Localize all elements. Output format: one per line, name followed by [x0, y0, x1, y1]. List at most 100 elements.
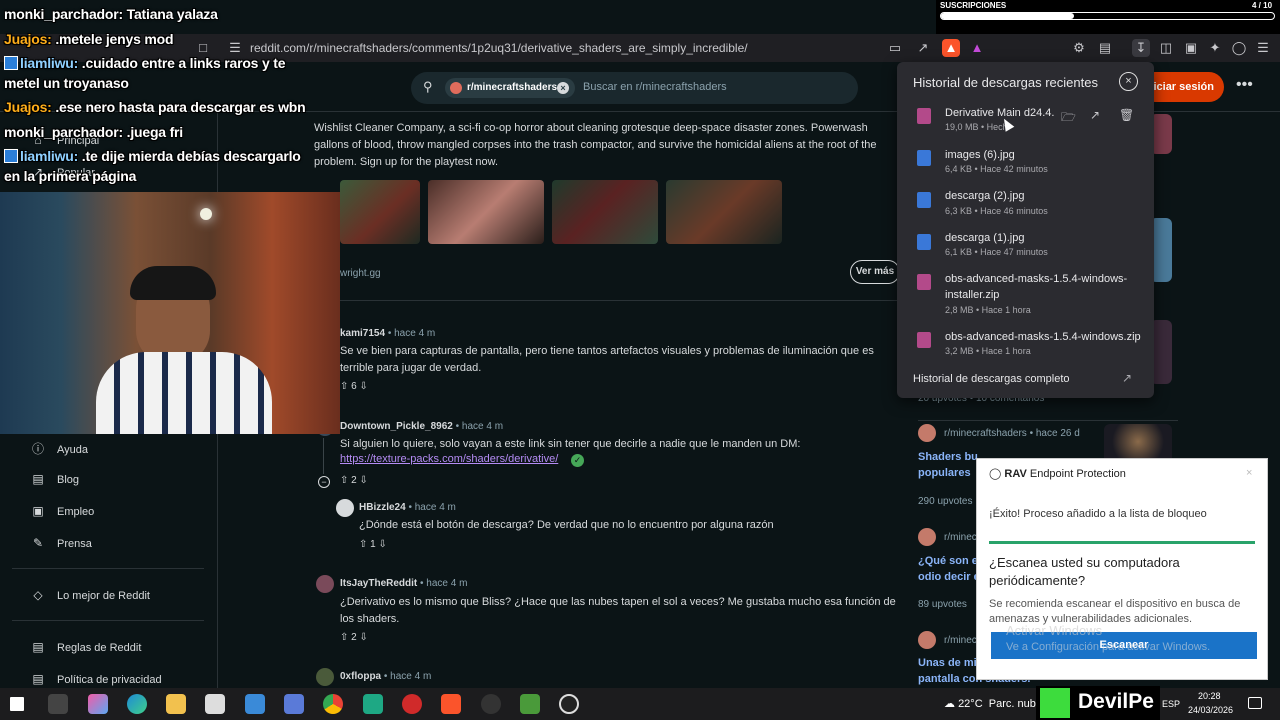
comments-divider: [314, 300, 904, 301]
sidebar-item-best-of[interactable]: ◇ Lo mejor de Reddit: [30, 588, 150, 602]
post-image-2[interactable]: [428, 180, 544, 244]
delete-icon[interactable]: 🗑: [1119, 108, 1134, 122]
download-meta: 6,1 KB • Hace 47 minutos: [945, 247, 1048, 257]
brave-icon[interactable]: [441, 694, 461, 714]
external-link-icon[interactable]: ↗: [1122, 371, 1132, 385]
sidebar-item-privacy[interactable]: ▤ Política de privacidad: [30, 672, 161, 686]
download-name[interactable]: installer.zip: [945, 289, 999, 301]
related-title[interactable]: Shaders bu: [918, 451, 978, 463]
comment-author[interactable]: Downtown_Pickle_8962 • hace 4 m: [340, 421, 503, 432]
clock-time[interactable]: 20:28: [1198, 691, 1221, 701]
avatar[interactable]: [336, 499, 354, 517]
comment-votes[interactable]: ⇧ 2 ⇩: [340, 632, 368, 643]
reader-icon[interactable]: ▤: [1096, 39, 1114, 57]
avatar[interactable]: [316, 668, 334, 686]
store-icon[interactable]: [205, 694, 225, 714]
chatgpt-icon[interactable]: [363, 694, 383, 714]
extensions-icon[interactable]: ⚙: [1070, 39, 1088, 57]
close-icon[interactable]: ×: [1119, 72, 1138, 91]
upvote-icon: ⇧: [359, 539, 368, 550]
avatar[interactable]: [316, 575, 334, 593]
thread-line: [323, 438, 324, 474]
mail-icon[interactable]: [245, 694, 265, 714]
sidebar-item-rules[interactable]: ▤ Reglas de Reddit: [30, 640, 141, 654]
open-file-icon[interactable]: ↗: [1090, 108, 1100, 122]
sidebar-item-help[interactable]: ⓘ Ayuda: [30, 440, 88, 457]
search-input[interactable]: Buscar en r/minecraftshaders: [583, 81, 727, 93]
sidebar-toggle-icon[interactable]: ◫: [1157, 39, 1175, 57]
comment-link[interactable]: https://texture-packs.com/shaders/deriva…: [340, 453, 558, 465]
download-name[interactable]: obs-advanced-masks-1.5.4-windows-: [945, 273, 1127, 285]
cast-icon[interactable]: ▭: [886, 39, 904, 57]
related-title[interactable]: Unas de mi: [918, 657, 977, 669]
subs-count: 4 / 10: [1252, 1, 1273, 10]
brave-shield-icon[interactable]: ▲: [942, 39, 960, 57]
avatar[interactable]: [918, 528, 936, 546]
comment-votes[interactable]: ⇧ 2 ⇩: [340, 475, 368, 486]
related-subreddit[interactable]: r/minecraftshaders • hace 26 d: [944, 428, 1080, 439]
archive-icon: [917, 332, 931, 348]
chrome-icon[interactable]: [323, 694, 343, 714]
calculator-icon[interactable]: [284, 694, 304, 714]
collapse-thread-icon[interactable]: −: [318, 476, 330, 488]
full-history-link[interactable]: Historial de descargas completo: [913, 373, 1070, 385]
file-explorer-icon[interactable]: [166, 694, 186, 714]
subs-progress-fill: [941, 13, 1074, 19]
avatar[interactable]: [918, 424, 936, 442]
speedometer-icon[interactable]: [481, 694, 501, 714]
post-image-4[interactable]: [666, 180, 782, 244]
related-title[interactable]: odio decir e: [918, 571, 980, 583]
post-image-1[interactable]: [340, 180, 420, 244]
comment-author[interactable]: kami7154 • hace 4 m: [340, 328, 435, 339]
task-view-icon[interactable]: [48, 694, 68, 714]
comment-votes[interactable]: ⇧ 1 ⇩: [359, 539, 387, 550]
vpn-icon[interactable]: ◯: [1230, 39, 1248, 57]
address-bar[interactable]: reddit.com/r/minecraftshaders/comments/1…: [250, 41, 748, 55]
menu-icon[interactable]: ☰: [1254, 39, 1272, 57]
downloads-icon[interactable]: ↧: [1132, 39, 1150, 57]
avatar[interactable]: [918, 631, 936, 649]
obs-icon[interactable]: [559, 694, 579, 714]
download-name[interactable]: images (6).jpg: [945, 149, 1015, 161]
leo-ai-icon[interactable]: ✦: [1206, 39, 1224, 57]
sidebar-divider: [12, 568, 204, 569]
related-title[interactable]: ¿Qué son e: [918, 555, 978, 567]
subreddit-avatar: [450, 82, 462, 94]
downvote-icon: ⇩: [378, 539, 387, 550]
related-subreddit[interactable]: r/minec: [944, 532, 977, 543]
related-title[interactable]: populares: [918, 467, 971, 479]
subreddit-chip[interactable]: r/minecraftshaders ×: [445, 78, 575, 98]
more-options-icon[interactable]: •••: [1236, 76, 1253, 94]
sidebar-item-blog[interactable]: ▤ Blog: [30, 472, 79, 486]
language-indicator[interactable]: ESP: [1162, 699, 1180, 709]
edge-icon[interactable]: [127, 694, 147, 714]
download-name[interactable]: descarga (2).jpg: [945, 190, 1025, 202]
copilot-icon[interactable]: [88, 694, 108, 714]
see-more-button[interactable]: Ver más: [850, 260, 900, 284]
clock-date[interactable]: 24/03/2026: [1188, 705, 1233, 715]
share-icon[interactable]: ↗: [914, 39, 932, 57]
opera-icon[interactable]: [402, 694, 422, 714]
chip-close-icon[interactable]: ×: [557, 82, 569, 94]
notifications-icon[interactable]: [1248, 697, 1262, 709]
open-folder-icon[interactable]: 🗁: [1061, 108, 1076, 129]
comment-author[interactable]: HBizzle24 • hace 4 m: [359, 502, 456, 513]
chat-message: liamliwu: .cuidado entre a links raros y…: [4, 55, 285, 71]
related-subreddit[interactable]: r/minec: [944, 635, 977, 646]
brave-rewards-icon[interactable]: ▲: [968, 39, 986, 57]
comment-votes[interactable]: ⇧ 6 ⇩: [340, 381, 368, 392]
microphone-icon: ✎: [32, 536, 44, 550]
minecraft-icon[interactable]: [520, 694, 540, 714]
download-name[interactable]: obs-advanced-masks-1.5.4-windows.zip: [945, 331, 1141, 343]
post-image-3[interactable]: [552, 180, 658, 244]
download-name[interactable]: Derivative Main d24.4.: [945, 107, 1054, 119]
windows-start-icon[interactable]: [10, 697, 24, 711]
download-name[interactable]: descarga (1).jpg: [945, 232, 1025, 244]
comment-author[interactable]: 0xfloppa • hace 4 m: [340, 671, 431, 682]
sidebar-item-jobs[interactable]: ▣ Empleo: [30, 504, 94, 518]
sidebar-item-press[interactable]: ✎ Prensa: [30, 536, 92, 550]
post-domain[interactable]: wright.gg: [340, 265, 381, 282]
comment-author[interactable]: ItsJayTheReddit • hace 4 m: [340, 578, 467, 589]
close-icon[interactable]: ×: [1246, 467, 1252, 479]
wallet-icon[interactable]: ▣: [1182, 39, 1200, 57]
